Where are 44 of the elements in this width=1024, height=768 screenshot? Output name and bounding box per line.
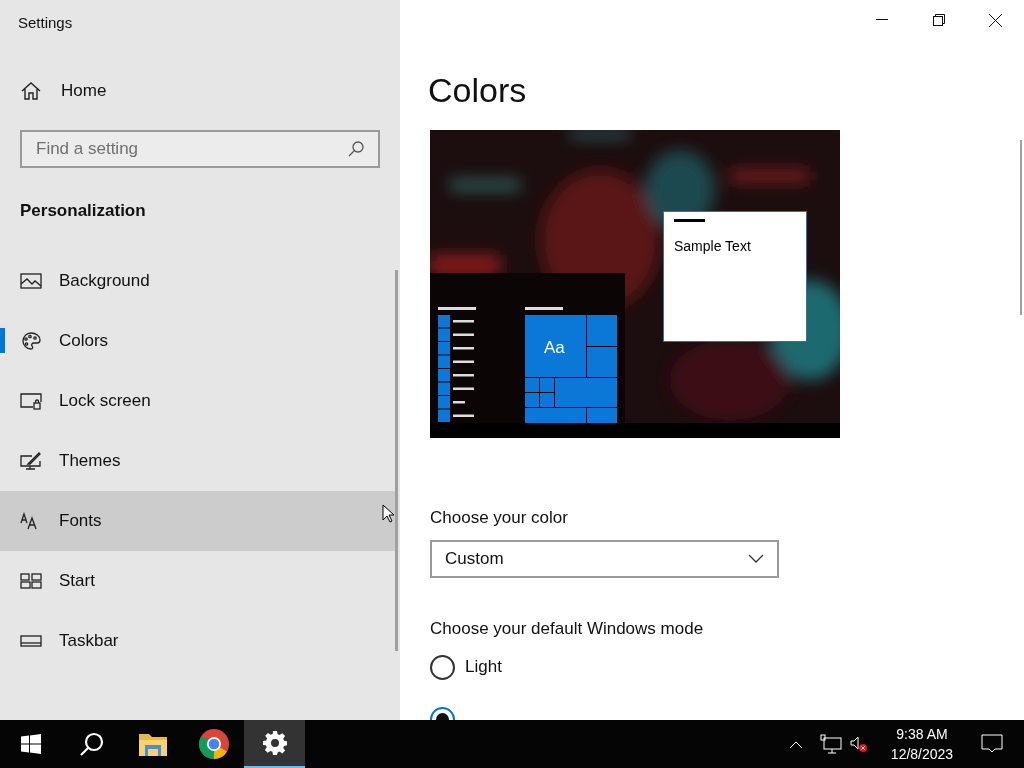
browser-icon — [198, 729, 229, 759]
page-heading: Colors — [428, 70, 528, 111]
color-dropdown[interactable]: Custom — [430, 539, 779, 578]
field-label: Choose your color — [430, 507, 569, 529]
close-icon — [989, 13, 1002, 27]
chevron-up-icon — [789, 739, 803, 749]
minimize-icon — [875, 19, 888, 21]
search-field[interactable]: Find a setting — [20, 130, 380, 168]
picture-icon — [20, 272, 42, 290]
windows-logo-icon — [20, 734, 41, 754]
window-title: Settings — [17, 13, 74, 33]
settings-icon — [262, 731, 287, 755]
home-icon — [21, 81, 41, 101]
search-icon — [78, 731, 105, 757]
notifications-icon — [981, 734, 1003, 754]
clock-date: 12/8/2023 — [890, 745, 954, 764]
chevron-down-icon — [748, 554, 764, 563]
radio-button[interactable] — [430, 654, 455, 680]
palette-icon — [20, 332, 42, 350]
nav-item[interactable]: Background — [0, 251, 396, 311]
tile-label: Aa — [544, 339, 565, 356]
title-line — [674, 219, 705, 222]
start-icon — [20, 572, 42, 590]
nav-item[interactable]: Taskbar — [0, 611, 396, 671]
clock-time: 9:38 AM — [896, 725, 948, 744]
taskbar-button[interactable] — [244, 720, 305, 768]
lock-screen-icon — [20, 392, 42, 410]
nav-item[interactable]: Themes — [0, 431, 396, 491]
nav-item[interactable]: Fonts — [0, 491, 396, 551]
home-link[interactable]: Home — [0, 72, 400, 110]
network-icon — [820, 734, 842, 754]
themes-icon — [20, 452, 42, 470]
taskbar-icon — [20, 632, 42, 650]
field-label: Choose your default Windows mode — [430, 617, 705, 640]
section-title: Personalization — [19, 200, 147, 222]
nav-item[interactable]: Lock screen — [0, 371, 396, 431]
cursor-icon — [382, 504, 394, 523]
volume-muted-icon — [850, 735, 868, 753]
restore-icon — [932, 14, 945, 26]
sample-text: Sample Text — [674, 237, 752, 256]
folder-icon — [138, 732, 167, 756]
search-icon — [348, 141, 364, 157]
nav-item[interactable]: Start — [0, 551, 396, 611]
radio-label: Light — [465, 656, 502, 679]
